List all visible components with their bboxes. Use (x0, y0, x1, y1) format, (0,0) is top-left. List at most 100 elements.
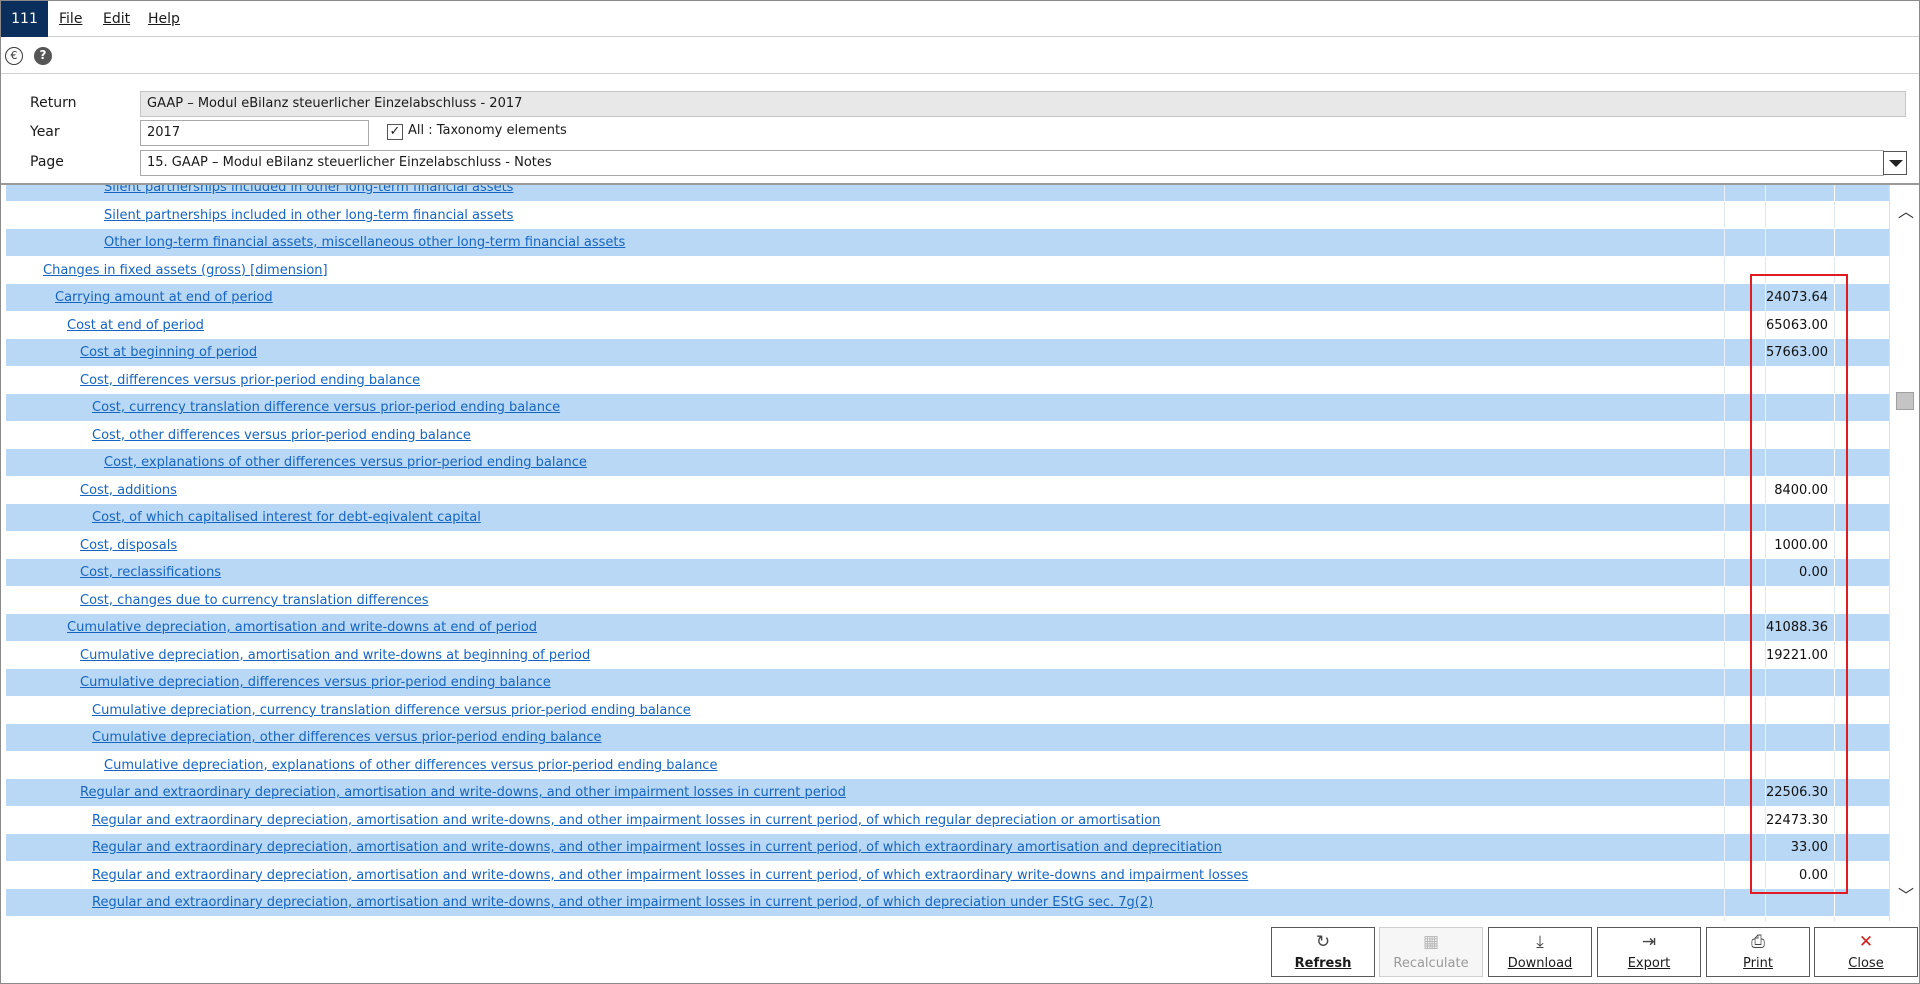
row-cell-flag[interactable] (1724, 421, 1766, 448)
row-cell-flag[interactable] (1724, 185, 1766, 201)
taxonomy-checkbox[interactable]: ✓ (387, 124, 403, 140)
row-label-link[interactable]: Cost at end of period (67, 312, 204, 339)
row-cell-flag[interactable] (1724, 696, 1766, 723)
row-cell-flag[interactable] (1724, 641, 1766, 668)
row-label-link[interactable]: Cost, changes due to currency translatio… (80, 587, 429, 614)
row-value-cell[interactable]: 22506.30 (1766, 779, 1834, 806)
row-cell-flag[interactable] (1724, 229, 1766, 256)
row-value-cell[interactable] (1766, 752, 1834, 779)
row-cell-extra[interactable] (1834, 724, 1889, 751)
row-cell-extra[interactable] (1834, 861, 1889, 888)
row-cell-flag[interactable] (1724, 669, 1766, 696)
row-cell-extra[interactable] (1834, 614, 1889, 641)
row-cell-flag[interactable] (1724, 366, 1766, 393)
row-value-cell[interactable] (1766, 422, 1834, 449)
row-label-link[interactable]: Cost at beginning of period (80, 339, 257, 366)
row-label-link[interactable]: Cost, reclassifications (80, 559, 221, 586)
row-cell-extra[interactable] (1834, 449, 1889, 476)
row-cell-extra[interactable] (1834, 366, 1889, 393)
row-value-cell[interactable]: 57663.00 (1766, 339, 1834, 366)
close-button[interactable]: ✕ Close (1814, 927, 1918, 977)
row-label-link[interactable]: Carrying amount at end of period (55, 284, 273, 311)
row-cell-flag[interactable] (1724, 339, 1766, 366)
row-label-link[interactable]: Changes in fixed assets (gross) [dimensi… (43, 257, 328, 284)
row-cell-extra[interactable] (1834, 229, 1889, 256)
row-cell-extra[interactable] (1834, 284, 1889, 311)
row-cell-extra[interactable] (1834, 641, 1889, 668)
row-cell-extra[interactable] (1834, 339, 1889, 366)
page-select[interactable]: 15. GAAP – Modul eBilanz steuerlicher Ei… (140, 150, 1884, 176)
row-cell-extra[interactable] (1834, 751, 1889, 778)
row-cell-flag[interactable] (1724, 201, 1766, 228)
row-cell-extra[interactable] (1834, 669, 1889, 696)
export-button[interactable]: ⇥ Export (1597, 927, 1701, 977)
row-value-cell[interactable]: 33.00 (1766, 834, 1834, 861)
row-cell-flag[interactable] (1724, 449, 1766, 476)
row-label-link[interactable]: Cost, differences versus prior-period en… (80, 367, 420, 394)
row-value-cell[interactable] (1766, 889, 1834, 916)
row-value-cell[interactable] (1766, 394, 1834, 421)
row-value-cell[interactable]: 8400.00 (1766, 477, 1834, 504)
row-label-link[interactable]: Cost, other differences versus prior-per… (92, 422, 471, 449)
row-cell-extra[interactable] (1834, 256, 1889, 283)
row-value-cell[interactable]: 19221.00 (1766, 642, 1834, 669)
row-label-link[interactable]: Cumulative depreciation, amortisation an… (80, 642, 590, 669)
row-cell-extra[interactable] (1834, 185, 1889, 201)
scroll-up-icon[interactable]: ︿ (1898, 204, 1914, 220)
row-cell-extra[interactable] (1834, 201, 1889, 228)
row-cell-flag[interactable] (1724, 284, 1766, 311)
row-label-link[interactable]: Cumulative depreciation, amortisation an… (67, 614, 537, 641)
row-cell-extra[interactable] (1834, 311, 1889, 338)
row-label-link[interactable]: Regular and extraordinary depreciation, … (92, 889, 1153, 916)
row-value-cell[interactable] (1766, 587, 1834, 614)
row-label-link[interactable]: Regular and extraordinary depreciation, … (92, 834, 1222, 861)
row-cell-flag[interactable] (1724, 861, 1766, 888)
row-cell-extra[interactable] (1834, 559, 1889, 586)
row-label-link[interactable]: Cumulative depreciation, differences ver… (80, 669, 551, 696)
row-label-link[interactable]: Cumulative depreciation, other differenc… (92, 724, 601, 751)
row-cell-flag[interactable] (1724, 806, 1766, 833)
row-cell-flag[interactable] (1724, 311, 1766, 338)
vertical-scrollbar[interactable]: ︿ ﹀ (1889, 185, 1919, 921)
row-value-cell[interactable] (1766, 697, 1834, 724)
row-cell-flag[interactable] (1724, 779, 1766, 806)
row-cell-flag[interactable] (1724, 751, 1766, 778)
row-value-cell[interactable] (1766, 202, 1834, 229)
row-value-cell[interactable]: 24073.64 (1766, 284, 1834, 311)
row-label-link[interactable]: Regular and extraordinary depreciation, … (92, 807, 1160, 834)
row-cell-extra[interactable] (1834, 531, 1889, 558)
row-label-link[interactable]: Cost, explanations of other differences … (104, 449, 587, 476)
row-cell-extra[interactable] (1834, 504, 1889, 531)
row-cell-flag[interactable] (1724, 614, 1766, 641)
row-label-link[interactable]: Regular and extraordinary depreciation, … (92, 862, 1248, 889)
euro-icon[interactable]: € (5, 47, 23, 65)
print-button[interactable]: ⎙ Print (1706, 927, 1810, 977)
row-label-link[interactable]: Cumulative depreciation, explanations of… (104, 752, 717, 779)
row-value-cell[interactable] (1766, 669, 1834, 696)
row-cell-extra[interactable] (1834, 806, 1889, 833)
year-field[interactable]: 2017 (140, 120, 369, 146)
row-value-cell[interactable]: 0.00 (1766, 862, 1834, 889)
row-value-cell[interactable]: 0.00 (1766, 559, 1834, 586)
help-icon[interactable]: ? (34, 47, 52, 65)
row-cell-flag[interactable] (1724, 586, 1766, 613)
row-value-cell[interactable] (1766, 257, 1834, 284)
row-cell-flag[interactable] (1724, 394, 1766, 421)
row-value-cell[interactable] (1766, 367, 1834, 394)
row-value-cell[interactable]: 1000.00 (1766, 532, 1834, 559)
row-value-cell[interactable] (1766, 185, 1834, 201)
row-label-link[interactable]: Cost, currency translation difference ve… (92, 394, 560, 421)
menu-help[interactable]: Help (148, 1, 180, 37)
row-label-link[interactable]: Silent partnerships included in other lo… (104, 185, 513, 201)
row-value-cell[interactable] (1766, 504, 1834, 531)
row-cell-flag[interactable] (1724, 889, 1766, 916)
row-value-cell[interactable]: 22473.30 (1766, 807, 1834, 834)
scroll-thumb[interactable] (1896, 392, 1914, 410)
download-button[interactable]: ⤓ Download (1488, 927, 1592, 977)
row-cell-extra[interactable] (1834, 421, 1889, 448)
row-value-cell[interactable] (1766, 229, 1834, 256)
row-cell-flag[interactable] (1724, 476, 1766, 503)
row-cell-flag[interactable] (1724, 724, 1766, 751)
refresh-button[interactable]: ↻ Refresh (1271, 927, 1375, 977)
row-cell-flag[interactable] (1724, 531, 1766, 558)
